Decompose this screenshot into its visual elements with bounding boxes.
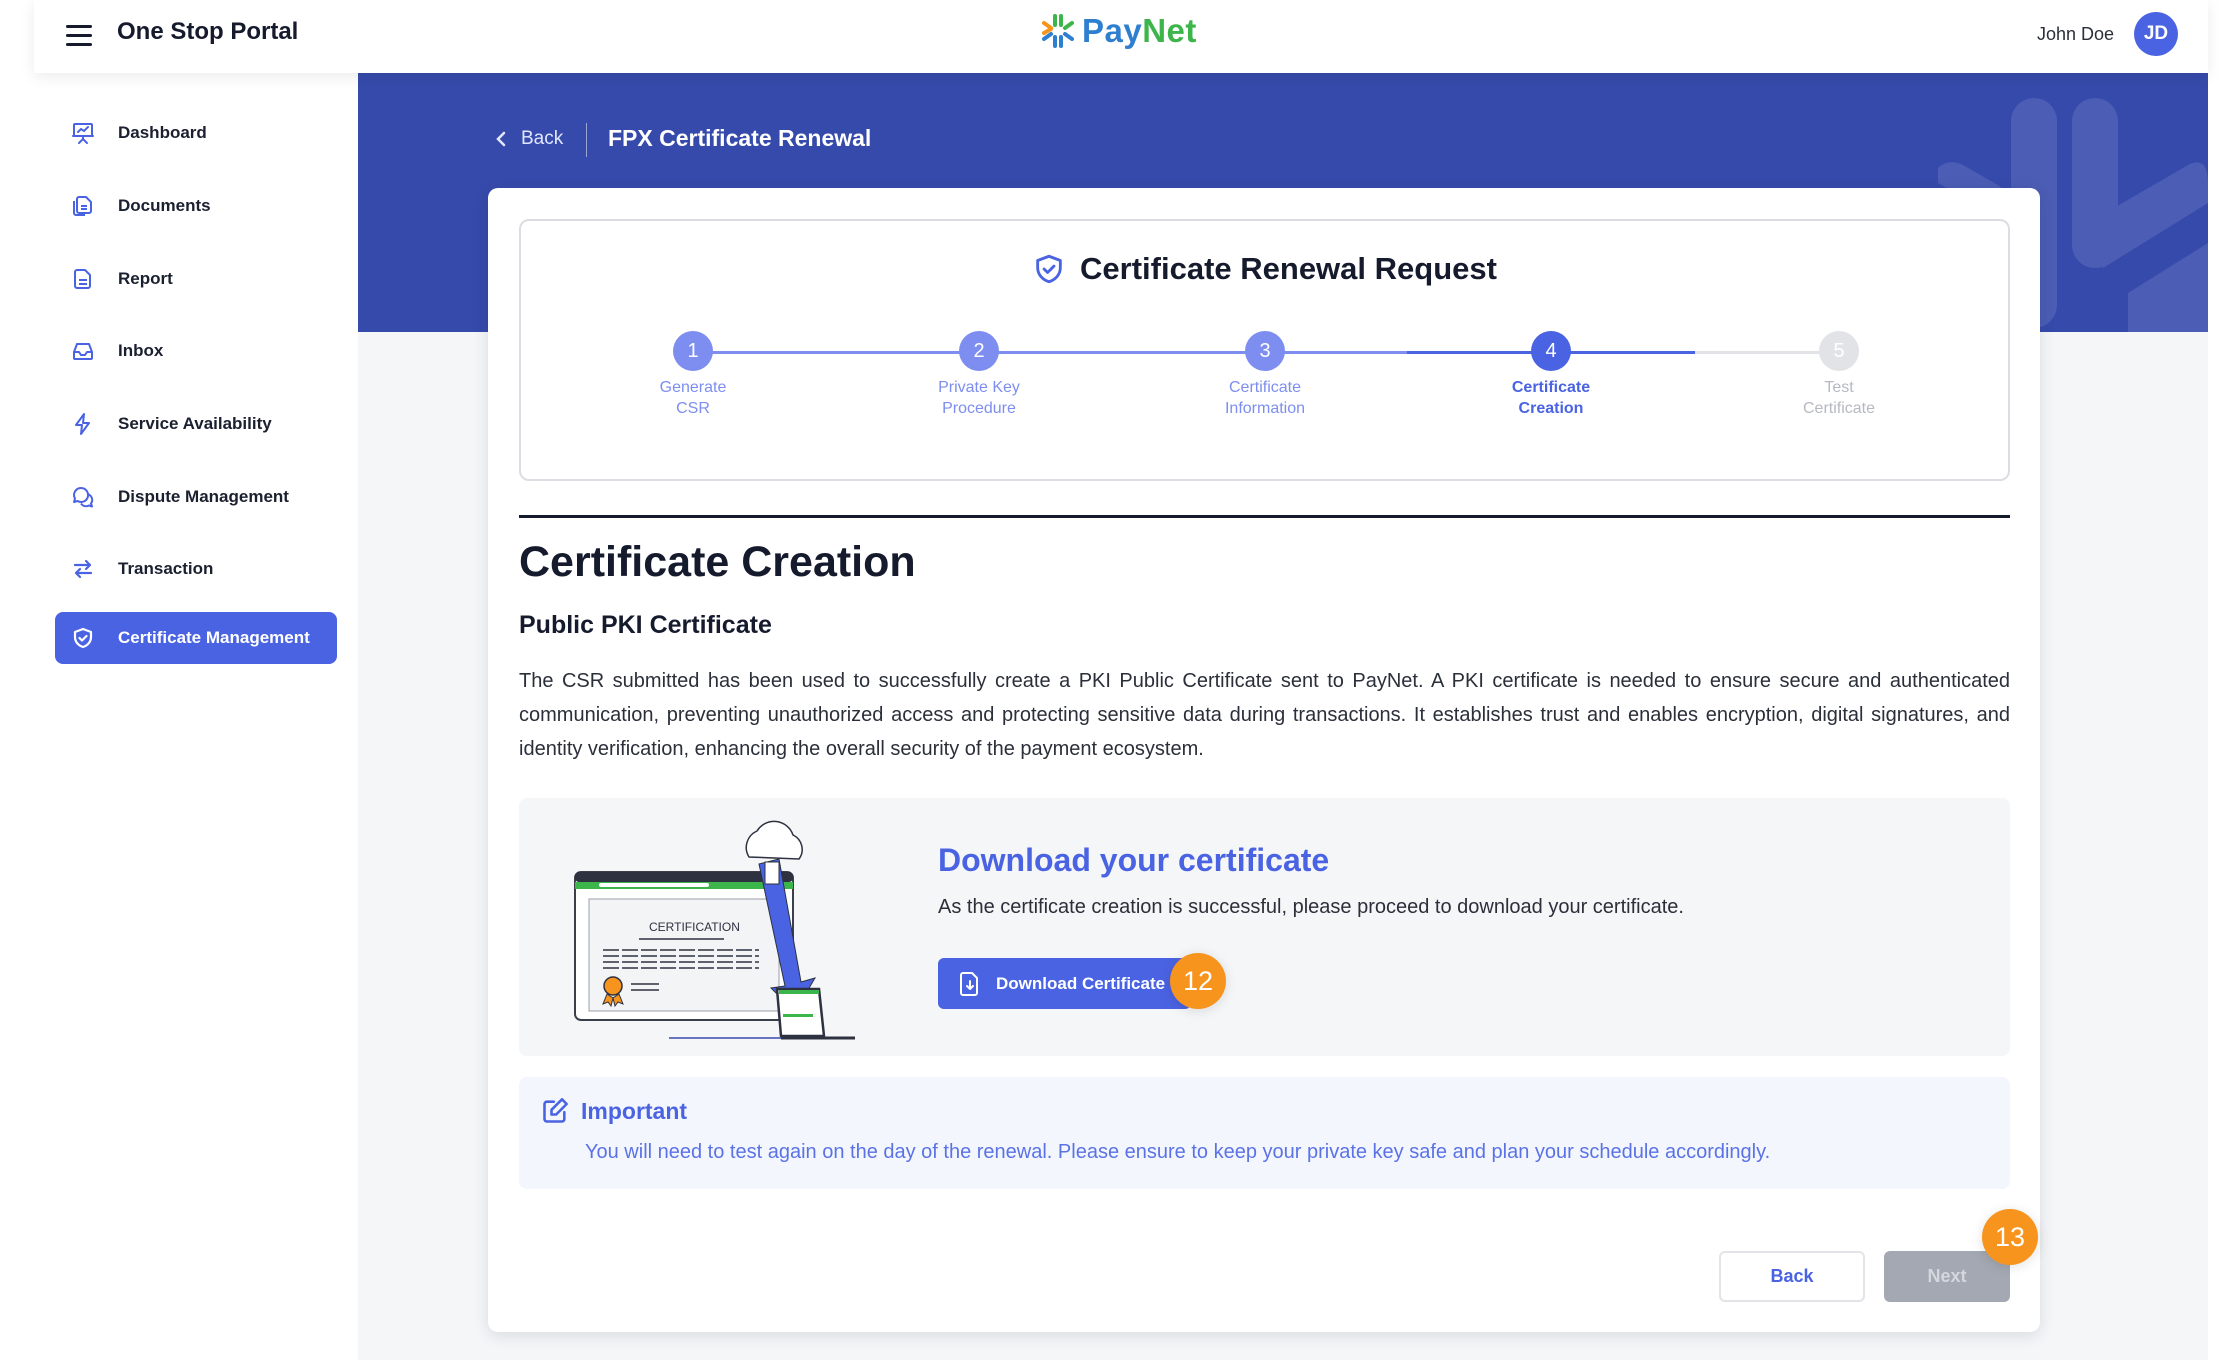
app-title: One Stop Portal bbox=[117, 18, 299, 45]
edit-note-icon bbox=[543, 1098, 568, 1123]
certificate-download-illustration-icon: CERTIFICATION CERTIFICATION bbox=[574, 820, 855, 1040]
sidebar-item-transaction[interactable]: Transaction bbox=[55, 543, 337, 595]
step-5: 5 Test Certificate bbox=[1739, 331, 1939, 419]
stepper-title-text: Certificate Renewal Request bbox=[1080, 251, 1497, 286]
section-description: The CSR submitted has been used to succe… bbox=[519, 670, 2010, 760]
download-panel: CERTIFICATION CERTIFICATION bbox=[519, 798, 2010, 1056]
important-title: Important bbox=[581, 1097, 688, 1124]
sidebar-item-label: Dashboard bbox=[118, 123, 207, 142]
step-label: Generate bbox=[659, 379, 727, 396]
app-root: One Stop Portal PayNet John Doe JD Dashb… bbox=[0, 0, 2236, 1360]
sidebar-item-label: Inbox bbox=[118, 341, 164, 360]
next-button[interactable]: Next bbox=[1884, 1251, 2010, 1302]
section-heading: Certificate Creation bbox=[519, 538, 916, 586]
important-header: Important bbox=[541, 1097, 687, 1125]
download-button-label: Download Certificate bbox=[996, 973, 1166, 993]
section-divider bbox=[519, 515, 2010, 518]
back-button[interactable]: Back bbox=[1719, 1251, 1865, 1302]
step-label: Test bbox=[1824, 379, 1854, 396]
step-number: 5 bbox=[1819, 331, 1859, 371]
sidebar-item-label: Transaction bbox=[118, 559, 214, 578]
important-notice: Important You will need to test again on… bbox=[519, 1077, 2010, 1189]
report-file-icon bbox=[70, 266, 96, 292]
presentation-chart-icon bbox=[70, 120, 96, 146]
chat-bubbles-icon bbox=[70, 484, 96, 510]
sidebar-item-label: Certificate Management bbox=[118, 628, 310, 647]
file-download-icon bbox=[960, 971, 978, 996]
download-description: As the certificate creation is successfu… bbox=[938, 896, 1684, 918]
lightning-bolt-icon bbox=[70, 411, 96, 437]
sidebar-item-inbox[interactable]: Inbox bbox=[55, 325, 337, 377]
sidebar-item-label: Report bbox=[118, 269, 173, 288]
user-name: John Doe bbox=[2036, 23, 2114, 44]
step-number: 4 bbox=[1531, 331, 1571, 371]
step-2[interactable]: 2 Private Key Procedure bbox=[879, 331, 1079, 419]
hamburger-menu-icon[interactable] bbox=[66, 20, 96, 50]
step-label: Certificate bbox=[1802, 400, 1876, 417]
shield-check-icon bbox=[70, 625, 96, 651]
shield-check-icon bbox=[1036, 254, 1062, 284]
paynet-snowflake-logo-icon bbox=[1042, 14, 1074, 48]
step-3[interactable]: 3 Certificate Information bbox=[1165, 331, 1365, 419]
step-label: Information bbox=[1224, 400, 1306, 417]
step-number: 1 bbox=[673, 331, 713, 371]
step-1[interactable]: 1 Generate CSR bbox=[593, 331, 793, 419]
main-content: Back FPX Certificate Renewal Certificate… bbox=[358, 73, 2208, 1360]
download-certificate-button[interactable]: Download Certificate bbox=[938, 958, 1191, 1009]
logo-text-net: Net bbox=[1142, 12, 1197, 49]
documents-icon bbox=[70, 193, 96, 219]
step-label: Private Key bbox=[938, 379, 1020, 396]
stepper-title: Certificate Renewal Request bbox=[521, 251, 2008, 287]
avatar[interactable]: JD bbox=[2134, 12, 2178, 56]
download-title: Download your certificate bbox=[938, 842, 1330, 878]
chevron-left-icon bbox=[496, 131, 506, 147]
step-label: CSR bbox=[676, 400, 710, 417]
sidebar-item-report[interactable]: Report bbox=[55, 253, 337, 305]
sidebar-item-label: Service Availability bbox=[118, 414, 272, 433]
sidebar-item-label: Documents bbox=[118, 196, 211, 215]
important-text: You will need to test again on the day o… bbox=[585, 1141, 1771, 1163]
user-menu[interactable]: John Doe JD bbox=[2037, 12, 2178, 56]
step-label: Procedure bbox=[942, 400, 1016, 417]
step-4[interactable]: 4 Certificate Creation bbox=[1451, 331, 1651, 419]
step-label: Certificate bbox=[1228, 379, 1302, 396]
svg-text:CERTIFICATION: CERTIFICATION bbox=[649, 920, 740, 934]
step-badge-13: 13 bbox=[1982, 1209, 2038, 1265]
sidebar-item-documents[interactable]: Documents bbox=[55, 180, 337, 232]
sidebar-item-dashboard[interactable]: Dashboard bbox=[55, 107, 337, 159]
page-title: FPX Certificate Renewal bbox=[608, 125, 872, 151]
stepper-panel: Certificate Renewal Request 1 Generate CS… bbox=[519, 219, 2010, 481]
back-link[interactable]: Back bbox=[495, 128, 563, 150]
sidebar-item-label: Dispute Management bbox=[118, 487, 289, 506]
section-subheading: Public PKI Certificate bbox=[519, 611, 772, 639]
renewal-card: Certificate Renewal Request 1 Generate CS… bbox=[488, 188, 2040, 1332]
stepper: 1 Generate CSR 2 Private Key Procedure 3 C… bbox=[521, 331, 2008, 451]
sidebar-item-certificate-management[interactable]: Certificate Management bbox=[55, 612, 337, 664]
sidebar: Dashboard Documents Report Inbox Service… bbox=[0, 73, 358, 1360]
swap-arrows-icon bbox=[70, 556, 96, 582]
step-label: Certificate bbox=[1511, 379, 1591, 396]
breadcrumb-divider bbox=[586, 123, 587, 157]
step-badge-12: 12 bbox=[1170, 953, 1226, 1009]
back-link-label: Back bbox=[521, 128, 564, 149]
sidebar-item-service-availability[interactable]: Service Availability bbox=[55, 398, 337, 450]
step-number: 2 bbox=[959, 331, 999, 371]
step-number: 3 bbox=[1245, 331, 1285, 371]
logo-text-pay: Pay bbox=[1082, 12, 1143, 49]
paynet-logo: PayNet bbox=[1040, 12, 1197, 50]
step-label: Creation bbox=[1518, 400, 1584, 417]
sidebar-item-dispute-management[interactable]: Dispute Management bbox=[55, 471, 337, 523]
top-header: One Stop Portal PayNet John Doe JD bbox=[34, 0, 2208, 73]
inbox-tray-icon bbox=[70, 338, 96, 364]
